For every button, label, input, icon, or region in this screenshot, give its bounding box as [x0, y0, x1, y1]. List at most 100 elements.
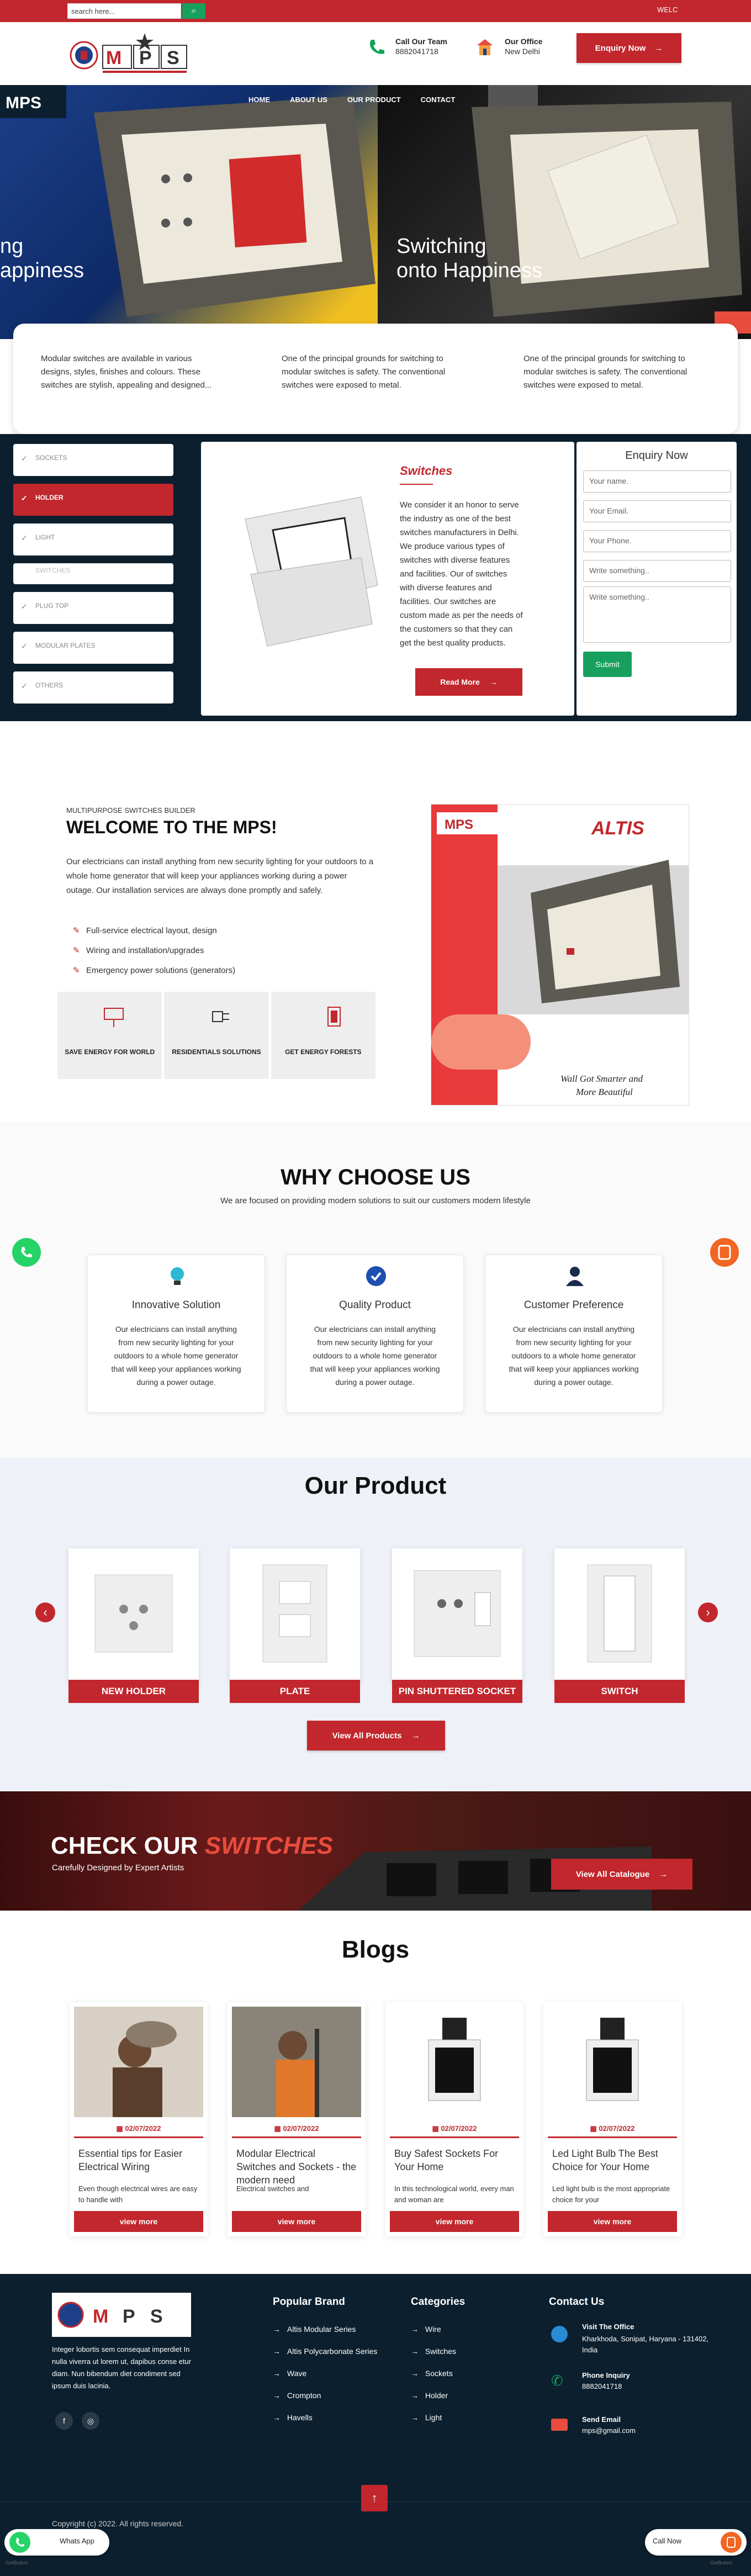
visit-address: Kharkhoda, Sonipat, Haryana - 131402, In…: [582, 2335, 709, 2354]
product-label[interactable]: PLATE: [230, 1680, 360, 1703]
view-more-button[interactable]: view more: [390, 2211, 519, 2232]
email-field[interactable]: Your Email.: [583, 500, 731, 522]
product-card[interactable]: [392, 1548, 522, 1684]
nav-home[interactable]: HOME: [248, 96, 270, 104]
phone-field[interactable]: Your Phone.: [583, 530, 731, 552]
blog-title[interactable]: Led Light Bulb The Best Choice for Your …: [552, 2147, 674, 2173]
product-label[interactable]: NEW HOLDER: [68, 1680, 199, 1703]
nav-contact[interactable]: CONTACT: [421, 96, 456, 104]
footer-brand-link[interactable]: Wave: [273, 2369, 306, 2378]
carousel-prev-button[interactable]: ‹: [35, 1602, 55, 1622]
getbutton-credit[interactable]: GetButton: [6, 2560, 28, 2566]
view-more-button[interactable]: view more: [548, 2211, 677, 2232]
blog-title[interactable]: Modular Electrical Switches and Sockets …: [236, 2147, 358, 2187]
blog-title[interactable]: Essential tips for Easier Electrical Wir…: [78, 2147, 200, 2173]
copyright: Copyright (c) 2022. All rights reserved.: [52, 2519, 184, 2528]
promo-tagline-1: Wall Got Smarter and: [560, 1073, 643, 1084]
switch-plate-image: MPS: [0, 85, 376, 317]
title-underline: [400, 484, 433, 485]
email-value[interactable]: mps@gmail.com: [582, 2426, 636, 2435]
phone-icon: [369, 40, 384, 54]
solar-panel-icon: [104, 1008, 124, 1027]
view-more-button[interactable]: view more: [74, 2211, 203, 2232]
promo-tagline-2: More Beautiful: [575, 1087, 633, 1097]
email-label: Send Email: [582, 2415, 621, 2424]
subject-field[interactable]: Write something..: [583, 560, 731, 582]
nav-about[interactable]: ABOUT US: [290, 96, 327, 104]
category-sockets[interactable]: ✓ SOCKETS: [13, 444, 173, 476]
footer-category-link[interactable]: Wire: [411, 2325, 441, 2334]
call-team-number[interactable]: 8882041718: [395, 47, 438, 56]
blog-card[interactable]: ▦ 02/07/2022 Modular Electrical Switches…: [228, 2002, 366, 2236]
back-to-top-button[interactable]: ↑: [361, 2485, 388, 2511]
product-image: [94, 1574, 173, 1653]
product-image: [587, 1564, 652, 1663]
top-bar: search here... ⌕ WELC: [0, 0, 751, 22]
footer-brand-link[interactable]: Altis Polycarbonate Series: [273, 2347, 377, 2356]
call-now-floating-button[interactable]: Call Now: [645, 2529, 747, 2556]
search-button[interactable]: ⌕: [182, 3, 205, 19]
whatsapp-floating-button[interactable]: Whats App: [4, 2529, 109, 2556]
view-all-catalogue-button[interactable]: View All Catalogue →: [551, 1859, 692, 1890]
why-card-customer: Customer Preference Our electricians can …: [485, 1255, 663, 1413]
office-label: Our Office: [505, 37, 543, 46]
phone-icon: ✆: [551, 2372, 563, 2389]
category-light[interactable]: ✓ LIGHT: [13, 523, 173, 556]
product-label[interactable]: SWITCH: [554, 1680, 685, 1703]
why-card-innovative: Innovative Solution Our electricians can …: [87, 1255, 265, 1413]
product-card[interactable]: [230, 1548, 360, 1684]
location-icon: [551, 2326, 568, 2342]
category-others[interactable]: ✓ OTHERS: [13, 671, 173, 703]
product-card[interactable]: [68, 1548, 199, 1684]
category-plug-top[interactable]: ✓ PLUG TOP: [13, 592, 173, 624]
chevron-left-icon: ‹: [43, 1605, 47, 1619]
product-card[interactable]: [554, 1548, 685, 1684]
footer-logo[interactable]: MPS: [52, 2293, 191, 2337]
view-all-products-button[interactable]: View All Products →: [307, 1721, 445, 1750]
why-subtitle: We are focused on providing modern solut…: [220, 1196, 531, 1205]
footer-brand-link[interactable]: Havells: [273, 2413, 313, 2422]
phone-value[interactable]: 8882041718: [582, 2382, 622, 2390]
hero-slider[interactable]: MPS ng appiness Switching onto Happiness: [0, 85, 751, 339]
mps-logo[interactable]: M P S: [67, 30, 194, 78]
battery-icon: [327, 1007, 341, 1027]
whatsapp-icon[interactable]: [11, 1237, 42, 1268]
footer-category-link[interactable]: Light: [411, 2413, 442, 2422]
getbutton-credit[interactable]: GetButton: [710, 2560, 733, 2566]
blog-excerpt: In this technological world, every man a…: [394, 2184, 514, 2204]
why-card-quality: Quality Product Our electricians can inst…: [286, 1255, 464, 1413]
category-switches[interactable]: SWITCHES: [13, 563, 173, 584]
footer-brand-link[interactable]: Altis Modular Series: [273, 2325, 356, 2334]
footer-category-link[interactable]: Holder: [411, 2391, 448, 2400]
carousel-next-button[interactable]: ›: [698, 1602, 718, 1622]
facebook-icon[interactable]: f: [55, 2412, 73, 2430]
why-title: WHY CHOOSE US: [281, 1165, 470, 1189]
footer: MPS Integer lobortis sem consequat imper…: [0, 2274, 751, 2576]
footer-category-link[interactable]: Sockets: [411, 2369, 453, 2378]
blog-title[interactable]: Buy Safest Sockets For Your Home: [394, 2147, 516, 2173]
search-input[interactable]: search here...: [67, 3, 181, 19]
blog-card[interactable]: ▦ 02/07/2022 Essential tips for Easier E…: [70, 2002, 208, 2236]
enquiry-now-label: Enquiry Now: [595, 43, 646, 53]
blog-card[interactable]: ▦ 02/07/2022 Led Light Bulb The Best Cho…: [543, 2002, 681, 2236]
instagram-icon[interactable]: ◎: [82, 2412, 99, 2430]
check-icon: ✓: [21, 642, 28, 650]
category-holder[interactable]: ✓ HOLDER: [13, 484, 173, 516]
footer-category-link[interactable]: Switches: [411, 2347, 456, 2356]
product-label[interactable]: PIN SHUTTERED SOCKET: [392, 1680, 522, 1703]
office-icon: [477, 39, 493, 55]
enquiry-now-button[interactable]: Enquiry Now →: [577, 33, 681, 63]
altis-promo-image: MPS ALTIS Wall Got Smarter and More Beau…: [431, 805, 689, 1105]
calendar-icon: ▦: [432, 2124, 441, 2133]
submit-button[interactable]: Submit: [583, 652, 632, 677]
read-more-button[interactable]: Read More →: [415, 668, 522, 696]
blog-card[interactable]: ▦ 02/07/2022 Buy Safest Sockets For Your…: [385, 2002, 523, 2236]
category-modular-plates[interactable]: ✓ MODULAR PLATES: [13, 632, 173, 664]
call-icon[interactable]: [709, 1237, 740, 1268]
message-field[interactable]: Write something..: [583, 586, 731, 643]
name-field[interactable]: Your name.: [583, 470, 731, 493]
nav-product[interactable]: OUR PRODUCT: [347, 96, 401, 104]
call-team-label: Call Our Team: [395, 37, 447, 46]
view-more-button[interactable]: view more: [232, 2211, 361, 2232]
footer-brand-link[interactable]: Crompton: [273, 2391, 321, 2400]
